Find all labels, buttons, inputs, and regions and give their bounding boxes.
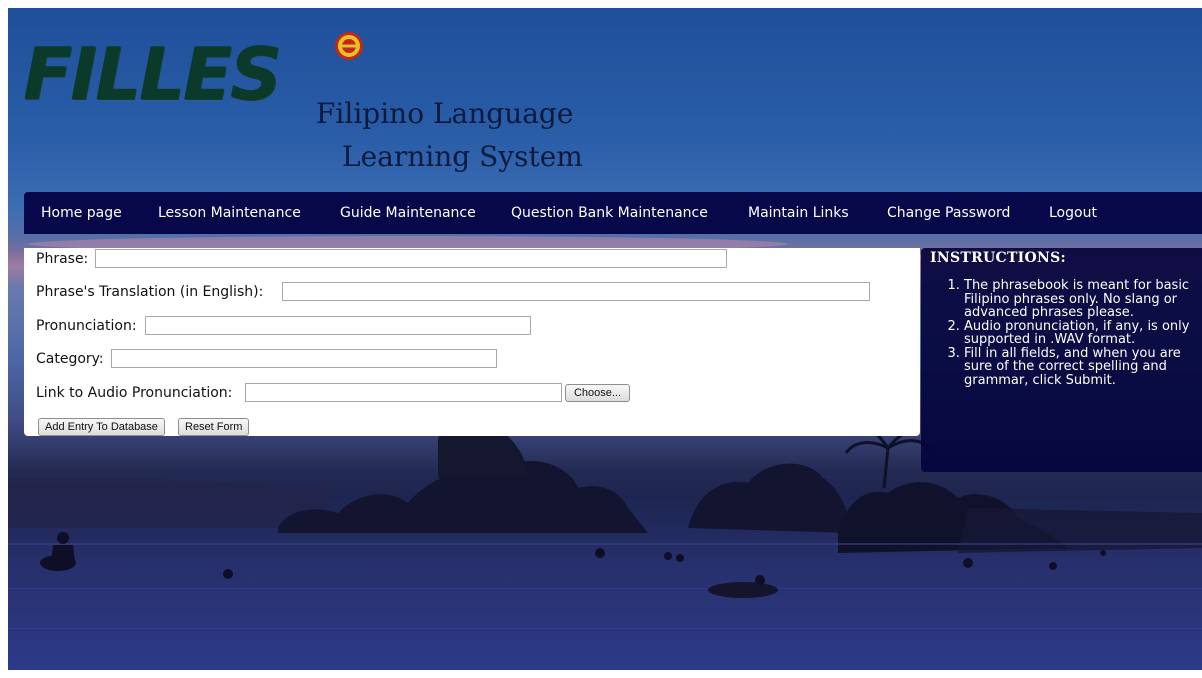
pronunciation-input[interactable]	[145, 316, 531, 335]
nav-home-page[interactable]: Home page	[41, 205, 122, 221]
instruction-item: Audio pronunciation, if any, is only sup…	[964, 319, 1190, 347]
audio-file-input[interactable]	[245, 383, 562, 402]
pronunciation-row: Pronunciation:	[36, 316, 531, 335]
phrase-row: Phrase:	[36, 249, 727, 268]
instructions-panel: INSTRUCTIONS: The phrasebook is meant fo…	[921, 248, 1202, 472]
nav-logout[interactable]: Logout	[1049, 205, 1097, 221]
category-label: Category:	[36, 351, 104, 367]
pronunciation-label: Pronunciation:	[36, 318, 137, 334]
reset-form-button[interactable]: Reset Form	[178, 418, 250, 436]
nav-maintain-links[interactable]: Maintain Links	[748, 205, 849, 221]
nav-lesson-maintenance[interactable]: Lesson Maintenance	[158, 205, 301, 221]
choose-file-button[interactable]: Choose...	[565, 384, 630, 402]
instruction-item: The phrasebook is meant for basic Filipi…	[964, 279, 1190, 320]
category-row: Category:	[36, 349, 497, 368]
nav-change-password[interactable]: Change Password	[887, 205, 1010, 221]
audio-row: Link to Audio Pronunciation: Choose...	[36, 383, 630, 402]
translation-input[interactable]	[282, 282, 870, 301]
audio-label: Link to Audio Pronunciation:	[36, 385, 233, 401]
phrase-entry-form: Phrase: Phrase's Translation (in English…	[24, 248, 920, 436]
phrase-label: Phrase:	[36, 251, 89, 267]
nav-guide-maintenance[interactable]: Guide Maintenance	[340, 205, 476, 221]
logo-subtitle-line1: Filipino Language	[316, 97, 574, 130]
instructions-list: The phrasebook is meant for basic Filipi…	[931, 279, 1190, 387]
logo-badge-icon	[335, 32, 363, 60]
logo-subtitle-line2: Learning System	[342, 140, 583, 173]
add-entry-button[interactable]: Add Entry To Database	[38, 418, 165, 436]
logo-wordmark: FILLES	[23, 32, 282, 116]
main-navigation: Home page Lesson Maintenance Guide Maint…	[24, 192, 1202, 234]
translation-row: Phrase's Translation (in English):	[36, 282, 870, 301]
instructions-title: INSTRUCTIONS:	[930, 250, 1066, 266]
translation-label: Phrase's Translation (in English):	[36, 284, 264, 300]
category-input[interactable]	[111, 349, 497, 368]
phrase-input[interactable]	[95, 249, 727, 268]
instruction-item: Fill in all fields, and when you are sur…	[964, 346, 1190, 388]
nav-question-bank-maintenance[interactable]: Question Bank Maintenance	[511, 205, 708, 221]
